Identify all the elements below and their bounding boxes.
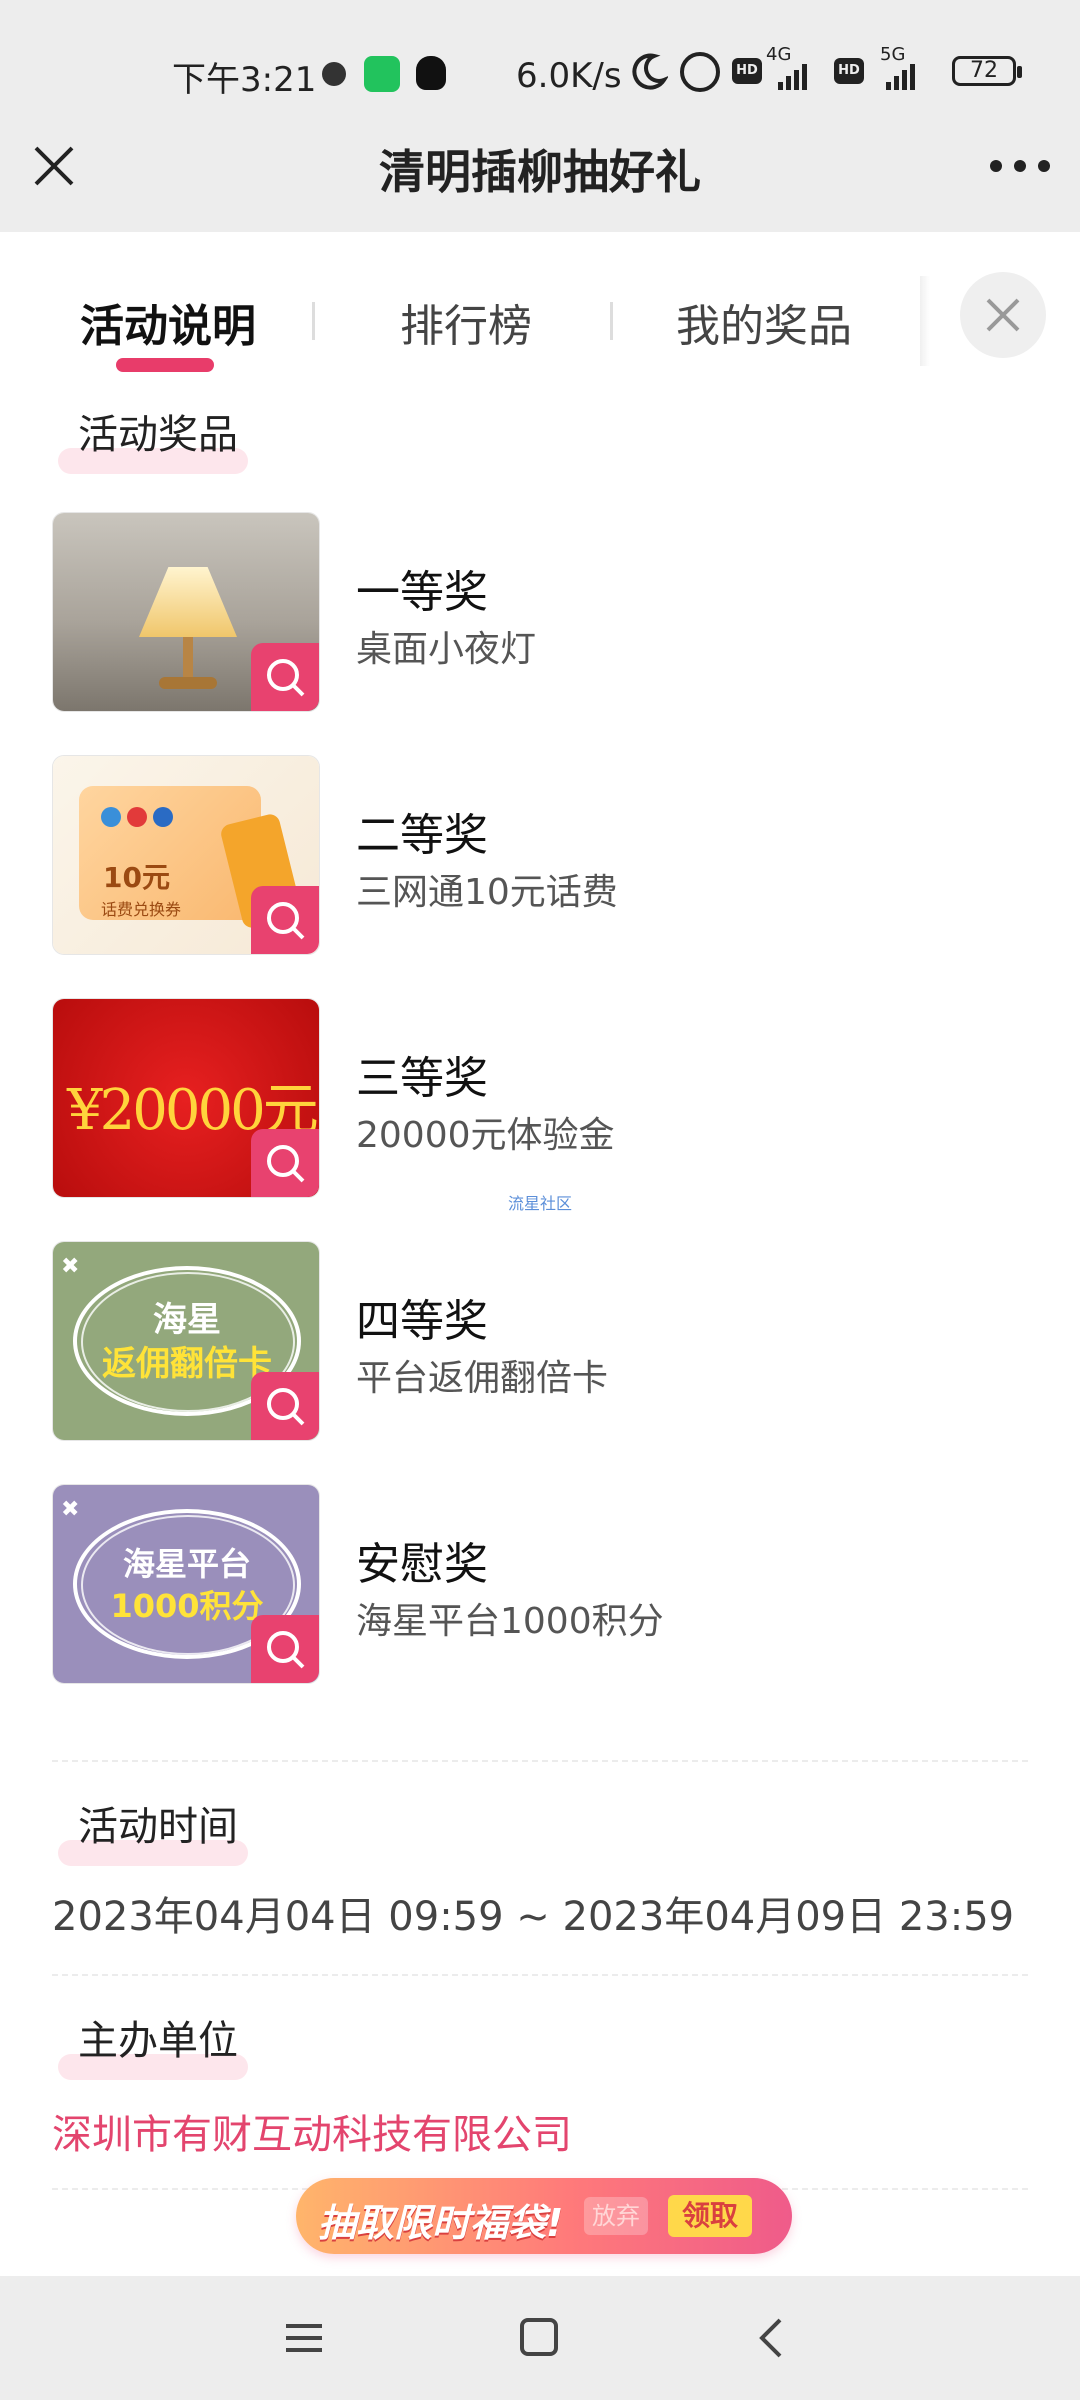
- prize-rank: 一等奖: [356, 567, 488, 618]
- card-label: 话费兑换券: [101, 900, 182, 919]
- active-tab-indicator: [116, 358, 214, 372]
- prize-desc: 平台返佣翻倍卡: [356, 1358, 609, 1399]
- hd-badge-2: HD: [834, 58, 864, 84]
- prize-item[interactable]: ✖ 海星 返佣翻倍卡 四等奖 平台返佣翻倍卡: [52, 1241, 1032, 1441]
- tab-bar: 活动说明 排行榜 我的奖品: [0, 232, 1080, 382]
- tab-leaderboard[interactable]: 排行榜: [400, 290, 532, 354]
- lucky-bag-title: 抽取限时福袋!: [318, 2201, 564, 2245]
- prize-item[interactable]: ✖ 海星平台 1000积分 安慰奖 海星平台1000积分: [52, 1484, 1032, 1684]
- tab-my-prizes[interactable]: 我的奖品: [676, 290, 852, 354]
- more-options-icon[interactable]: [990, 146, 1050, 186]
- wechat-icon: [364, 56, 400, 92]
- watermark: 流星社区: [508, 1194, 573, 1213]
- prize-image-phone-card[interactable]: 10元 话费兑换券: [52, 755, 320, 955]
- zoom-icon[interactable]: [251, 1129, 319, 1197]
- card-amount: 10元: [103, 861, 170, 894]
- divider: [52, 1760, 1028, 1762]
- divider: [52, 1974, 1028, 1976]
- notification-dot-icon: [322, 62, 346, 86]
- prize-desc: 20000元体验金: [356, 1115, 615, 1156]
- carrier-logos-icon: [101, 807, 173, 827]
- prize-image-rebate-card[interactable]: ✖ 海星 返佣翻倍卡: [52, 1241, 320, 1441]
- prize-rank: 安慰奖: [356, 1539, 488, 1590]
- prize-image-night-lamp[interactable]: [52, 512, 320, 712]
- zoom-icon[interactable]: [251, 1372, 319, 1440]
- prize-rank: 三等奖: [356, 1053, 488, 1104]
- tab-activity-rules[interactable]: 活动说明: [80, 290, 256, 354]
- panel-close-button[interactable]: [960, 272, 1046, 358]
- tab-separator: [610, 302, 613, 340]
- signal-icon-2: [886, 64, 915, 90]
- battery-icon: 72: [952, 56, 1022, 86]
- system-nav-bar: [0, 2276, 1080, 2400]
- prize-rank: 四等奖: [356, 1296, 488, 1347]
- tab-scroll-shadow: [920, 276, 930, 366]
- activity-time: 2023年04月04日 09:59 ~ 2023年04月09日 23:59: [52, 1894, 1015, 1940]
- signal-icon-1: [778, 64, 807, 90]
- claim-button[interactable]: 领取: [668, 2195, 752, 2237]
- home-icon[interactable]: [514, 2316, 562, 2360]
- prize-item[interactable]: 10元 话费兑换券 二等奖 三网通10元话费: [52, 755, 1032, 955]
- prize-item[interactable]: ¥20000元 三等奖 20000元体验金: [52, 998, 1032, 1198]
- prize-desc: 海星平台1000积分: [356, 1601, 664, 1642]
- zoom-icon[interactable]: [251, 643, 319, 711]
- section-title-prizes: 活动奖品: [58, 402, 248, 474]
- zoom-icon[interactable]: [251, 1615, 319, 1683]
- prize-item[interactable]: 一等奖 桌面小夜灯: [52, 512, 1032, 712]
- prize-image-red-voucher[interactable]: ¥20000元: [52, 998, 320, 1198]
- qq-icon: [416, 56, 446, 90]
- zoom-icon[interactable]: [251, 886, 319, 954]
- give-up-button[interactable]: 放弃: [584, 2197, 648, 2235]
- back-icon[interactable]: [748, 2316, 796, 2360]
- organizer-name[interactable]: 深圳市有财互动科技有限公司: [52, 2102, 572, 2160]
- badge-line1: 海星: [153, 1300, 221, 1340]
- tab-separator: [312, 302, 315, 340]
- prize-desc: 三网通10元话费: [356, 872, 618, 913]
- lucky-bag-banner[interactable]: 抽取限时福袋! 放弃 领取: [296, 2178, 792, 2254]
- prize-desc: 桌面小夜灯: [356, 629, 537, 670]
- moon-icon: [632, 53, 668, 90]
- prize-image-points-card[interactable]: ✖ 海星平台 1000积分: [52, 1484, 320, 1684]
- menu-icon[interactable]: [280, 2316, 328, 2360]
- status-time: 下午3:21: [172, 59, 317, 100]
- alarm-icon: [680, 52, 720, 92]
- page-title: 清明插柳抽好礼: [379, 145, 701, 199]
- section-title-organizer: 主办单位: [58, 2008, 248, 2080]
- title-bar: 清明插柳抽好礼: [0, 106, 1080, 232]
- section-title-time: 活动时间: [58, 1794, 248, 1866]
- network-speed: 6.0K/s: [516, 56, 622, 96]
- prize-rank: 二等奖: [356, 810, 488, 861]
- badge-line1: 海星平台: [122, 1545, 251, 1583]
- hd-badge-1: HD: [732, 58, 762, 84]
